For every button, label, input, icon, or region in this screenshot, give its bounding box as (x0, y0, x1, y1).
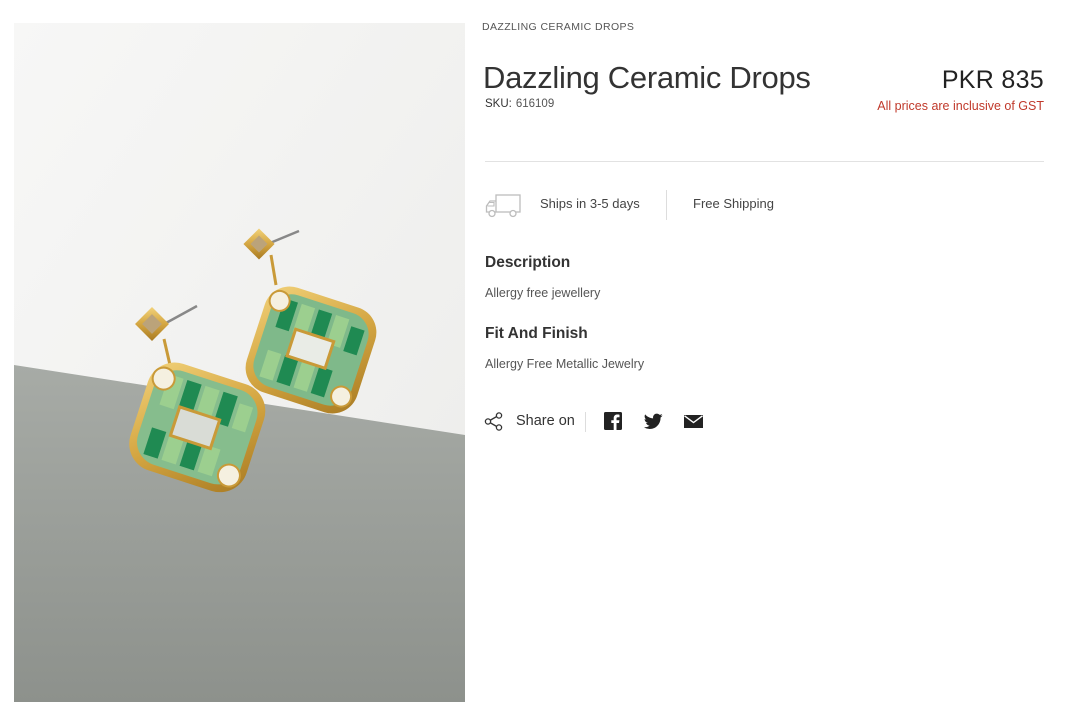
sku-label: SKU: (485, 98, 512, 110)
breadcrumb[interactable]: DAZZLING CERAMIC DROPS (482, 21, 634, 33)
fit-and-finish-text: Allergy Free Metallic Jewelry (485, 357, 645, 371)
divider (485, 161, 1044, 162)
share-bar: Share on (484, 410, 724, 432)
shipping-separator (666, 190, 667, 220)
product-title: Dazzling Ceramic Drops (483, 60, 811, 95)
ships-in-text: Ships in 3-5 days (540, 196, 640, 211)
twitter-icon[interactable] (644, 413, 663, 430)
description-text: Allergy free jewellery (485, 286, 601, 300)
facebook-icon[interactable] (604, 412, 622, 430)
product-image[interactable] (14, 23, 465, 702)
sku-value: 616109 (515, 98, 555, 110)
price-note: All prices are inclusive of GST (877, 99, 1044, 113)
mail-icon[interactable] (684, 415, 703, 428)
sku: SKU: 616109 (485, 98, 554, 110)
description-heading: Description (485, 254, 571, 271)
free-shipping-text: Free Shipping (693, 196, 774, 211)
share-separator (585, 412, 586, 432)
fit-and-finish-heading: Fit And Finish (485, 325, 588, 342)
truck-icon (485, 194, 521, 218)
shipping-info: Ships in 3-5 days Free Shipping (485, 190, 885, 220)
product-price: PKR 835 (941, 66, 1044, 94)
share-icon (484, 412, 503, 431)
share-label: Share on (516, 413, 575, 429)
product-photo-graphic (14, 23, 465, 702)
